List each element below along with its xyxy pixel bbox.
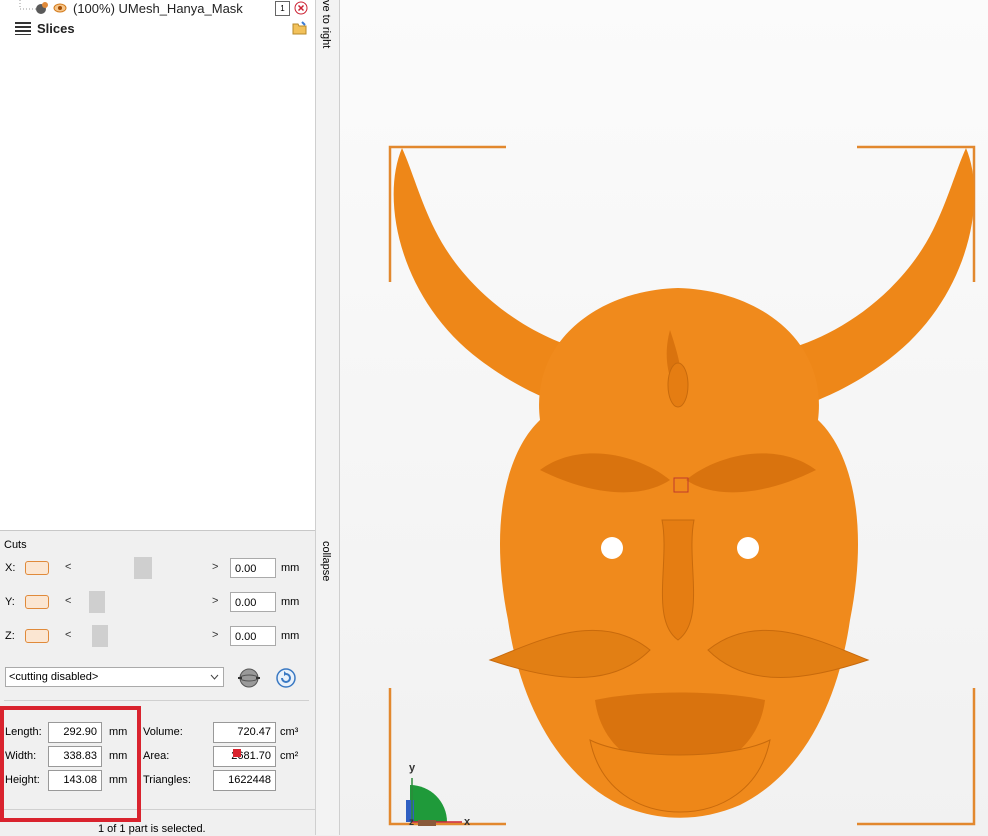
volume-label: Volume: (143, 726, 183, 738)
cut-z-input[interactable]: 0.00 (230, 626, 276, 646)
highlight-box (0, 706, 141, 822)
collapse-tab[interactable]: collapse (320, 541, 332, 581)
cursor-marker (233, 749, 241, 757)
cutting-mode-select[interactable]: <cutting disabled> (5, 667, 224, 687)
cuts-title: Cuts (4, 539, 27, 551)
triangles-label: Triangles: (143, 774, 191, 786)
remove-icon[interactable] (294, 1, 308, 18)
3d-viewport[interactable]: y x z (340, 0, 988, 835)
cut-y-label: Y: (5, 596, 15, 608)
chevron-down-icon (210, 668, 219, 692)
cut-z-toggle[interactable] (25, 629, 49, 643)
divider (4, 700, 309, 701)
viewport-canvas[interactable] (340, 0, 988, 835)
cut-y-slider[interactable] (78, 591, 208, 613)
axis-x-label: x (464, 816, 471, 828)
mask-model[interactable] (393, 148, 975, 818)
tree-item-slices[interactable]: Slices (0, 20, 315, 38)
cut-sphere-icon[interactable] (236, 666, 262, 693)
left-panel: (100%) UMesh_Hanya_Mask 1 Slices Cuts X:… (0, 0, 315, 836)
cut-y-left-arrow-icon[interactable]: < (65, 595, 71, 607)
cut-y-input[interactable]: 0.00 (230, 592, 276, 612)
cut-x-label: X: (5, 562, 16, 574)
cut-z-slider[interactable] (78, 625, 208, 647)
cut-y-toggle[interactable] (25, 595, 49, 609)
cut-x-slider[interactable] (78, 557, 208, 579)
slices-icon (15, 21, 31, 38)
area-unit: cm² (280, 750, 299, 762)
cutting-mode-value: <cutting disabled> (9, 671, 99, 683)
cut-z-right-arrow-icon[interactable]: > (212, 629, 218, 641)
cut-x-toggle[interactable] (25, 561, 49, 575)
cut-y-slider-thumb[interactable] (89, 591, 105, 613)
cut-x-unit: mm (281, 562, 300, 574)
slices-label: Slices (37, 21, 75, 36)
item-count-badge: 1 (275, 1, 290, 16)
cut-z-left-arrow-icon[interactable]: < (65, 629, 71, 641)
axis-z-label: z (409, 817, 414, 828)
object-tree: (100%) UMesh_Hanya_Mask 1 Slices (0, 0, 315, 530)
axis-gizmo (406, 778, 462, 826)
cuts-info-panel: Cuts X: < > 0.00 mm Y: < > 0.00 mm Z: < … (0, 530, 315, 836)
cut-z-slider-thumb[interactable] (92, 625, 108, 647)
volume-value: 720.47 (213, 722, 276, 743)
move-to-right-tab[interactable]: ve to right (320, 0, 332, 48)
cut-x-right-arrow-icon[interactable]: > (212, 561, 218, 573)
status-text: 1 of 1 part is selected. (98, 823, 206, 835)
side-tab-strip: ve to right collapse (315, 0, 340, 835)
cut-z-label: Z: (5, 630, 15, 642)
axis-y-label: y (409, 762, 416, 774)
area-value: 2681.70 (213, 746, 276, 767)
area-label: Area: (143, 750, 170, 762)
part-icon (35, 1, 49, 18)
tree-item-mesh[interactable]: (100%) UMesh_Hanya_Mask 1 (0, 0, 315, 18)
cut-x-left-arrow-icon[interactable]: < (65, 561, 71, 573)
cut-y-right-arrow-icon[interactable]: > (212, 595, 218, 607)
open-folder-icon[interactable] (292, 21, 308, 38)
triangles-value: 1622448 (213, 770, 276, 791)
cut-x-input[interactable]: 0.00 (230, 558, 276, 578)
tree-item-label: (100%) UMesh_Hanya_Mask (73, 1, 243, 16)
cut-z-unit: mm (281, 630, 300, 642)
cut-x-slider-thumb[interactable] (134, 557, 152, 579)
volume-unit: cm³ (280, 726, 299, 738)
refresh-icon[interactable] (275, 667, 297, 692)
cut-y-unit: mm (281, 596, 300, 608)
visibility-eye-icon[interactable] (52, 1, 68, 18)
